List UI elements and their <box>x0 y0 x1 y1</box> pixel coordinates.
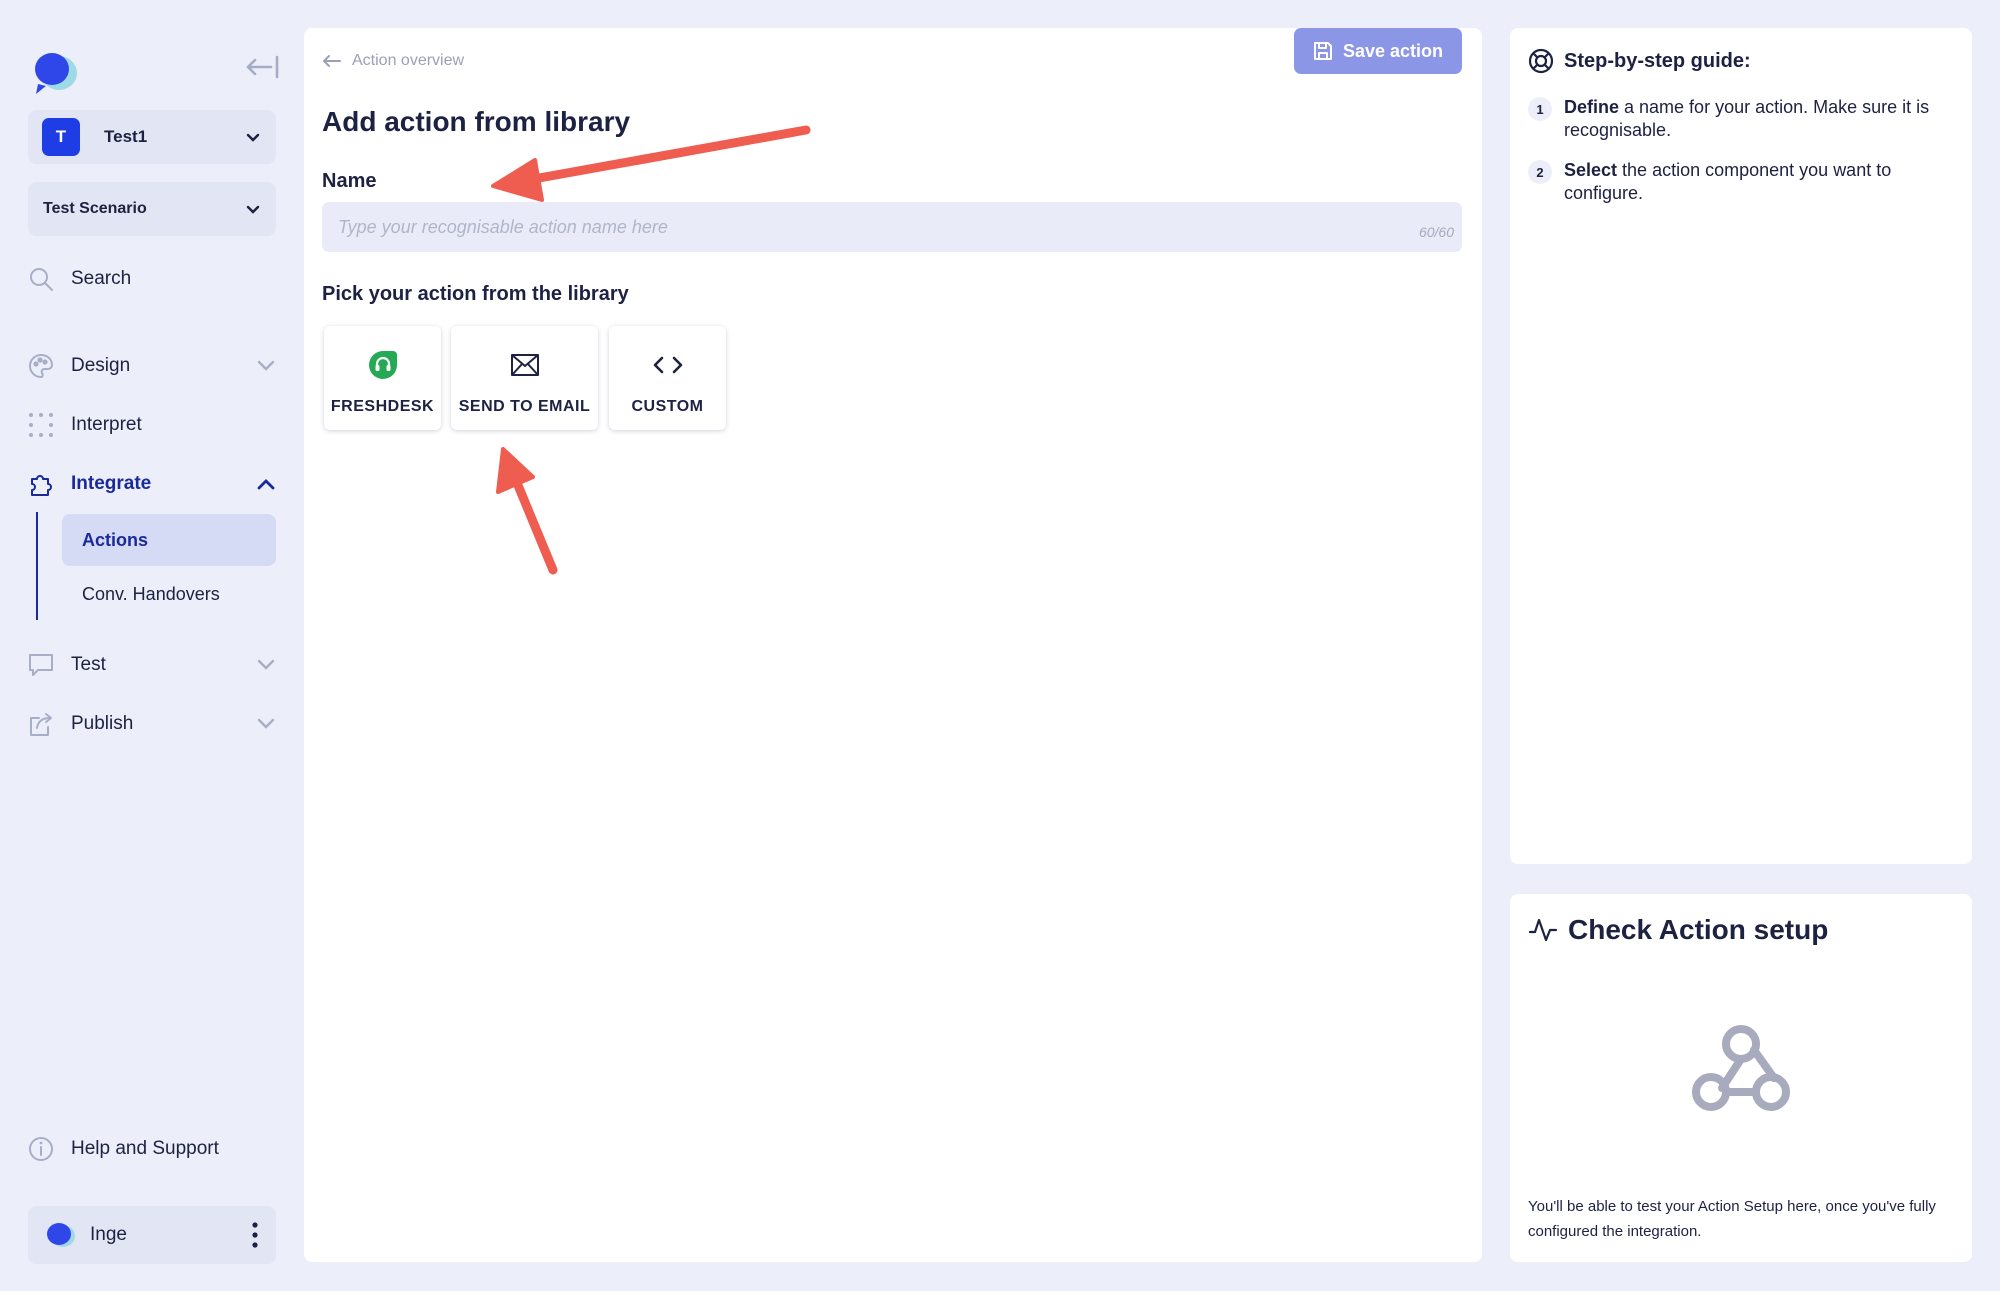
step-number: 1 <box>1528 97 1552 121</box>
nav-search-label: Search <box>71 268 132 289</box>
chevron-down-icon <box>246 133 260 142</box>
chat-bubble-icon <box>29 654 53 676</box>
activity-icon <box>1528 918 1558 942</box>
nav-interpret[interactable]: Interpret <box>28 405 280 445</box>
dots-grid-icon <box>29 413 53 437</box>
info-icon <box>29 1137 53 1161</box>
nav-search[interactable]: Search <box>28 259 280 299</box>
check-title: Check Action setup <box>1528 914 1828 946</box>
user-name: Inge <box>90 1224 127 1245</box>
guide-title-text: Step-by-step guide: <box>1564 49 1751 72</box>
code-icon <box>653 356 682 374</box>
step-description: a name for your action. Make sure it is … <box>1564 97 1930 140</box>
step-keyword: Select <box>1564 160 1618 180</box>
nav-design[interactable]: Design <box>28 346 280 386</box>
share-icon <box>30 713 52 736</box>
subnav-indicator-line <box>36 512 38 620</box>
collapse-sidebar-icon[interactable] <box>244 52 280 82</box>
step-keyword: Define <box>1564 97 1620 117</box>
library-card-label: CUSTOM <box>631 398 704 415</box>
avatar <box>47 1223 75 1247</box>
user-menu[interactable]: Inge <box>28 1206 276 1264</box>
check-note: You'll be able to test your Action Setup… <box>1528 1198 1936 1240</box>
nav-interpret-label: Interpret <box>71 414 142 435</box>
scenario-name: Test Scenario <box>43 200 147 217</box>
guide-title: Step-by-step guide: <box>1528 48 1751 74</box>
guide-step: 2 Select the action component you want t… <box>1528 159 1948 205</box>
chevron-down-icon <box>257 659 275 670</box>
save-action-label: Save action <box>1342 40 1444 61</box>
chevron-down-icon <box>257 718 275 729</box>
back-link[interactable]: Action overview <box>322 52 464 70</box>
workspace-name: Test1 <box>104 127 148 146</box>
lifebuoy-icon <box>1528 48 1554 74</box>
back-link-label: Action overview <box>352 52 465 69</box>
main-panel: Action overview Save action Add action f… <box>304 28 1482 1262</box>
nav-publish-label: Publish <box>71 713 134 734</box>
step-number: 2 <box>1528 160 1552 184</box>
action-name-input[interactable] <box>322 202 1462 252</box>
workspace-badge: T <box>42 118 80 156</box>
nav-help[interactable]: Help and Support <box>28 1129 280 1169</box>
library-card-email[interactable]: SEND TO EMAIL <box>451 326 598 430</box>
save-icon <box>1313 42 1332 60</box>
chevron-down-icon <box>246 205 260 214</box>
check-setup-panel: Check Action setup You'll be able to tes… <box>1510 894 1972 1262</box>
step-guide-panel: Step-by-step guide: 1 Define a name for … <box>1510 28 1972 864</box>
library-card-freshdesk[interactable]: FRESHDESK <box>324 326 441 430</box>
char-counter: 60/60 <box>1418 224 1454 240</box>
chevron-down-icon <box>257 360 275 371</box>
library-card-custom[interactable]: CUSTOM <box>609 326 726 430</box>
page-title: Add action from library <box>322 106 631 137</box>
app-logo-icon[interactable] <box>28 44 80 96</box>
subnav-actions[interactable]: Actions <box>62 514 276 566</box>
workspace-selector[interactable]: T Test1 <box>28 110 276 164</box>
nav-publish[interactable]: Publish <box>28 704 280 744</box>
sidebar: T Test1 Test Scenario Search Design Inte… <box>0 0 300 1291</box>
palette-icon <box>29 353 54 379</box>
chevron-up-icon <box>257 479 275 490</box>
freshdesk-icon <box>368 351 397 379</box>
name-field-label: Name <box>322 170 377 192</box>
nav-test-label: Test <box>71 654 106 675</box>
library-section-label: Pick your action from the library <box>322 283 629 305</box>
library-card-label: FRESHDESK <box>330 398 435 415</box>
scenario-selector[interactable]: Test Scenario <box>28 182 276 236</box>
nav-integrate-label: Integrate <box>71 473 152 494</box>
nav-test[interactable]: Test <box>28 645 280 685</box>
more-options-icon[interactable] <box>252 1222 258 1248</box>
library-card-label: SEND TO EMAIL <box>458 398 591 415</box>
puzzle-icon <box>31 475 52 496</box>
guide-step: 1 Define a name for your action. Make su… <box>1528 96 1948 142</box>
arrow-left-icon <box>323 55 341 67</box>
check-title-text: Check Action setup <box>1568 914 1829 945</box>
nav-integrate[interactable]: Integrate <box>28 464 280 504</box>
save-action-button[interactable]: Save action <box>1294 28 1462 74</box>
subnav-handovers[interactable]: Conv. Handovers <box>62 568 276 620</box>
search-icon <box>30 268 53 291</box>
nav-design-label: Design <box>71 355 131 376</box>
webhook-icon <box>1692 1025 1790 1111</box>
nav-help-label: Help and Support <box>71 1138 219 1159</box>
email-icon <box>510 354 539 376</box>
